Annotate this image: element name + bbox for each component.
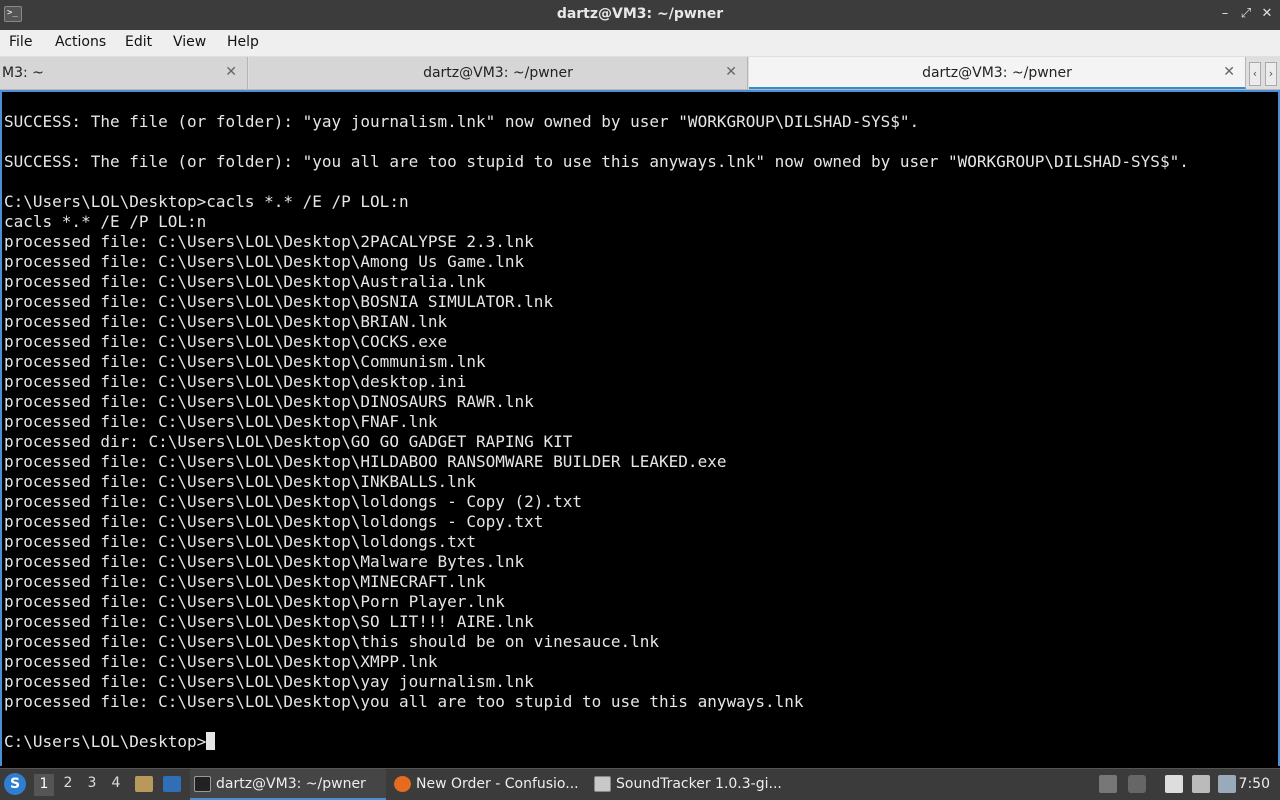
menu-file[interactable]: File — [9, 34, 32, 50]
taskbar: S 1 2 3 4 dartz@VM3: ~/pwner New Order -… — [0, 768, 1280, 800]
workspace-4[interactable]: 4 — [106, 775, 126, 791]
terminal-line: SUCCESS: The file (or folder): "yay jour… — [4, 112, 920, 131]
terminal-line: processed file: C:\Users\LOL\Desktop\SO … — [4, 612, 534, 631]
terminal-line: processed file: C:\Users\LOL\Desktop\thi… — [4, 632, 660, 651]
terminal-line: processed file: C:\Users\LOL\Desktop\COC… — [4, 332, 448, 351]
task-label: New Order - Confusio... — [416, 776, 579, 792]
start-menu-icon[interactable]: S — [4, 773, 26, 795]
file-manager-icon[interactable] — [135, 776, 153, 792]
task-firefox[interactable]: New Order - Confusio... — [390, 769, 586, 800]
firefox-icon — [394, 776, 411, 792]
tab-bar: M3: ~ ✕ dartz@VM3: ~/pwner ✕ dartz@VM3: … — [0, 56, 1280, 90]
window-title: dartz@VM3: ~/pwner — [556, 6, 724, 22]
menu-actions[interactable]: Actions — [55, 34, 106, 50]
terminal-line: processed file: C:\Users\LOL\Desktop\Por… — [4, 592, 505, 611]
menu-view[interactable]: View — [173, 34, 206, 50]
notes-icon[interactable] — [1165, 775, 1183, 793]
terminal-line: processed file: C:\Users\LOL\Desktop\yay… — [4, 672, 534, 691]
minimize-button[interactable]: – — [1216, 5, 1234, 23]
tab-label: M3: ~ — [2, 65, 44, 81]
terminal-icon — [194, 776, 211, 792]
terminal-line: processed file: C:\Users\LOL\Desktop\2PA… — [4, 232, 534, 251]
terminal-line: cacls *.* /E /P LOL:n — [4, 212, 207, 231]
prompt-text: C:\Users\LOL\Desktop> — [4, 732, 207, 751]
task-terminal[interactable]: dartz@VM3: ~/pwner — [190, 769, 386, 800]
menu-edit[interactable]: Edit — [125, 34, 152, 50]
terminal-line: processed file: C:\Users\LOL\Desktop\DIN… — [4, 392, 534, 411]
tab-close-icon[interactable]: ✕ — [225, 64, 237, 80]
tab-label: dartz@VM3: ~/pwner — [922, 65, 1072, 81]
task-soundtracker[interactable]: SoundTracker 1.0.3-gi... — [590, 769, 786, 800]
terminal-line: processed file: C:\Users\LOL\Desktop\HIL… — [4, 452, 727, 471]
terminal-line: processed file: C:\Users\LOL\Desktop\Mal… — [4, 552, 525, 571]
tab-scroll-right-icon[interactable]: › — [1265, 62, 1277, 86]
tab-3-active[interactable]: dartz@VM3: ~/pwner ✕ — [749, 57, 1246, 89]
terminal-line: C:\Users\LOL\Desktop>cacls *.* /E /P LOL… — [4, 192, 409, 211]
display-icon[interactable] — [1192, 775, 1210, 793]
terminal-line: processed file: C:\Users\LOL\Desktop\INK… — [4, 472, 477, 491]
tab-1[interactable]: M3: ~ ✕ — [0, 57, 248, 89]
tab-close-icon[interactable]: ✕ — [1223, 64, 1235, 80]
terminal-line: processed file: C:\Users\LOL\Desktop\you… — [4, 692, 804, 711]
tab-2[interactable]: dartz@VM3: ~/pwner ✕ — [249, 57, 748, 89]
terminal-line: processed file: C:\Users\LOL\Desktop\XMP… — [4, 652, 438, 671]
workspace-1[interactable]: 1 — [34, 774, 54, 796]
close-window-button[interactable]: ✕ — [1258, 5, 1276, 23]
window-icon — [594, 776, 611, 792]
terminal-line: processed file: C:\Users\LOL\Desktop\BOS… — [4, 292, 554, 311]
terminal-line: processed file: C:\Users\LOL\Desktop\MIN… — [4, 572, 486, 591]
tab-label: dartz@VM3: ~/pwner — [423, 65, 573, 81]
terminal-output[interactable]: SUCCESS: The file (or folder): "yay jour… — [0, 90, 1280, 766]
clock[interactable]: 7:50 — [1239, 776, 1270, 792]
terminal-line: processed file: C:\Users\LOL\Desktop\Com… — [4, 352, 486, 371]
tab-close-icon[interactable]: ✕ — [725, 64, 737, 80]
task-label: SoundTracker 1.0.3-gi... — [616, 776, 782, 792]
terminal-line: processed file: C:\Users\LOL\Desktop\Amo… — [4, 252, 525, 271]
terminal-line: processed file: C:\Users\LOL\Desktop\lol… — [4, 512, 544, 531]
desktop-icon[interactable] — [163, 776, 181, 792]
terminal-prompt[interactable]: C:\Users\LOL\Desktop> — [4, 732, 216, 752]
workspace-3[interactable]: 3 — [82, 775, 102, 791]
tab-scroll-left-icon[interactable]: ‹ — [1249, 62, 1261, 86]
text-cursor — [206, 732, 216, 750]
clipboard-icon[interactable] — [1099, 775, 1117, 793]
terminal-line: processed file: C:\Users\LOL\Desktop\lol… — [4, 492, 582, 511]
update-notification-icon[interactable] — [1218, 775, 1236, 793]
maximize-button[interactable]: ⤢ — [1237, 5, 1255, 23]
menu-help[interactable]: Help — [227, 34, 259, 50]
volume-muted-icon[interactable] — [1128, 775, 1146, 793]
window-titlebar[interactable]: >_ dartz@VM3: ~/pwner – ⤢ ✕ — [0, 0, 1280, 30]
terminal-line: processed file: C:\Users\LOL\Desktop\des… — [4, 372, 467, 391]
menu-bar: File Actions Edit View Help — [0, 30, 1280, 56]
terminal-line: SUCCESS: The file (or folder): "you all … — [4, 152, 1189, 171]
terminal-line: processed file: C:\Users\LOL\Desktop\lol… — [4, 532, 477, 551]
terminal-line: processed file: C:\Users\LOL\Desktop\Aus… — [4, 272, 486, 291]
terminal-line: processed dir: C:\Users\LOL\Desktop\GO G… — [4, 432, 573, 451]
terminal-line: processed file: C:\Users\LOL\Desktop\BRI… — [4, 312, 448, 331]
task-label: dartz@VM3: ~/pwner — [216, 776, 366, 792]
workspace-2[interactable]: 2 — [58, 775, 78, 791]
terminal-line: processed file: C:\Users\LOL\Desktop\FNA… — [4, 412, 438, 431]
